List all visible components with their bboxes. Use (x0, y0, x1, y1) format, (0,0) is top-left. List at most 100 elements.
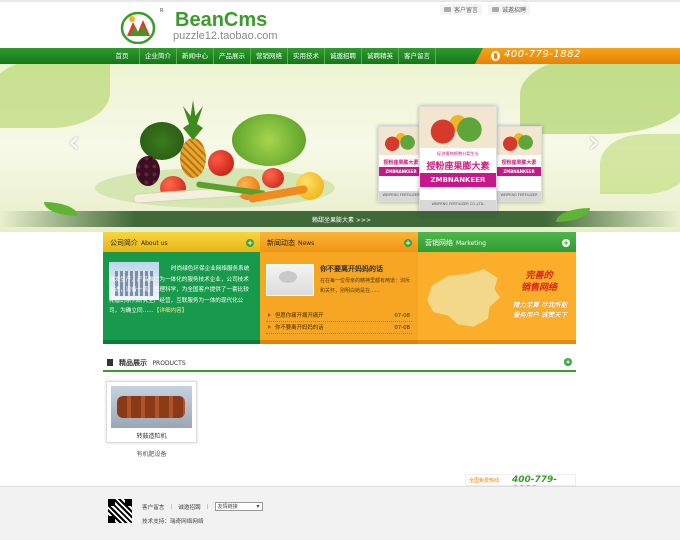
banner-next-arrow[interactable]: › (588, 128, 600, 158)
products-title: 精品展示 PRODUCTS (119, 358, 186, 368)
qr-code-icon (108, 499, 132, 523)
about-paragraph: 时尚绿色环保企业网络服务系统研发生产，产品推广为一体化的服务技术企业，公司技术先… (109, 266, 250, 314)
package-band: ZMBNANKEER (379, 167, 423, 176)
site-subtitle: puzzle12.taobao.com (173, 30, 278, 42)
news-headline[interactable]: 你不要离开妈妈的话 (320, 264, 383, 274)
top-header: R BeanCms puzzle12.taobao.com 客户留言 诚邀招聘 (0, 0, 680, 48)
nav-about[interactable]: 企业简介 (140, 48, 177, 64)
toplink-label: 诚邀招聘 (501, 7, 526, 14)
package-photo (497, 127, 541, 156)
marketing-panel-header: 营销网络 Marketing + (418, 232, 576, 252)
about-title: 公司简介 About us (110, 238, 168, 248)
product-package: 授粉座果膨大素 ZMBNANKEER WEIPENG FERTILIZER CO… (496, 126, 542, 202)
page-footer (0, 486, 680, 540)
marketing-title-cn: 营销网络 (425, 239, 453, 247)
package-title: 授粉座果膨大素 (426, 162, 490, 172)
site-name[interactable]: BeanCms (175, 9, 267, 32)
nav-home[interactable]: 首页 (105, 48, 140, 64)
package-footer: WEIPENG FERTILIZER CO.,LTD. (497, 190, 541, 201)
registered-mark: R (160, 8, 164, 14)
products-title-en: PRODUCTS (152, 360, 186, 367)
nav-message[interactable]: 客户留言 (399, 48, 436, 64)
tag-icon (491, 7, 499, 12)
about-title-en: About us (141, 240, 168, 247)
top-links: 客户留言 诚邀招聘 (439, 4, 530, 15)
news-summary: 在在每一位母亲的精神里都有两道：训斥和关怀，别明白她是在…… (320, 278, 411, 294)
free-hotline-tag: 全国免费热线： 400-779-1882 (465, 474, 576, 495)
news-more-icon[interactable]: + (404, 239, 412, 247)
news-title-en: News (298, 240, 315, 247)
news-item[interactable]: 但愿你痛开痛开痛开 07-08 (266, 310, 412, 322)
hotline-number: 400-779-1882 (504, 49, 581, 60)
tomato (262, 168, 284, 188)
nav-recruit[interactable]: 诚邀招聘 (325, 48, 362, 64)
news-list: 但愿你痛开痛开痛开 07-08 你不要离开妈妈的话 07-08 (266, 310, 412, 334)
package-band: ZMBNANKEER (420, 173, 496, 187)
marketing-more-icon[interactable]: + (562, 239, 570, 247)
toplink-message[interactable]: 客户留言 (439, 4, 482, 15)
hotline-box: 400-779-1882 (475, 48, 680, 64)
news-title: 新闻动态 News (267, 238, 314, 248)
tech-support-text: 技术支持：瑞奇网络网络 (142, 519, 204, 525)
package-photo (379, 127, 423, 156)
product-category[interactable]: 有机肥设备 (106, 449, 197, 458)
logo-icon[interactable] (120, 10, 160, 44)
marketing-body: 完善的 销售网络 精力至算 尽我所能 服务用户 诚赞天下 (418, 252, 576, 344)
grapes (136, 156, 160, 186)
footer-link-message[interactable]: 客户留言 (142, 503, 164, 511)
news-body: 你不要离开妈妈的话 在在每一位母亲的精神里都有两道：训斥和关怀，别明白她是在……… (260, 252, 418, 344)
marketing-panel: 营销网络 Marketing + 完善的 销售网络 精力至算 尽我所能 服务用户 … (418, 232, 576, 344)
about-body: 时尚绿色环保企业网络服务系统研发生产，产品推广为一体化的服务技术企业，公司技术先… (103, 252, 260, 344)
nav-marketing[interactable]: 营销网络 (251, 48, 288, 64)
pineapple (180, 138, 206, 178)
news-item-date: 07-08 (394, 313, 410, 319)
marketing-title: 营销网络 Marketing (425, 238, 486, 248)
package-title: 授粉座果膨大素 (383, 160, 419, 166)
about-more-link[interactable]: 【详细内容】 (154, 308, 188, 314)
friend-links-select[interactable]: 友情链接 (214, 502, 263, 511)
news-panel-header: 新闻动态 News + (260, 232, 418, 252)
product-package-main: 促进植物细胞分裂生长 授粉座果膨大素 ZMBNANKEER WEIPENG FE… (419, 106, 497, 216)
china-map-image[interactable] (427, 269, 500, 327)
news-item[interactable]: 你不要离开妈妈的话 07-08 (266, 322, 412, 334)
about-panel-header: 公司简介 About us + (103, 232, 260, 252)
banner-prev-arrow[interactable]: ‹ (68, 128, 80, 158)
rotary-drum (117, 396, 185, 418)
package-band: ZMBNANKEER (497, 167, 541, 176)
about-more-icon[interactable]: + (246, 239, 254, 247)
bullet-icon (268, 325, 271, 329)
news-item-date: 07-08 (394, 325, 410, 331)
toplink-jobs[interactable]: 诚邀招聘 (487, 4, 530, 15)
products-title-cn: 精品展示 (119, 359, 147, 367)
package-photo (420, 107, 496, 149)
product-card[interactable]: 转鼓造粒机 (106, 381, 197, 443)
marketing-title-en: Marketing (456, 240, 486, 247)
about-title-cn: 公司简介 (110, 239, 138, 247)
news-title-cn: 新闻动态 (267, 239, 295, 247)
pineapple-leaves (183, 100, 203, 140)
about-text: 时尚绿色环保企业网络服务系统研发生产，产品推广为一体化的服务技术企业，公司技术先… (109, 264, 254, 317)
hero-banner[interactable]: 授粉座果膨大素 ZMBNANKEER WEIPENG FERTILIZER CO… (0, 64, 680, 232)
footer-link-jobs[interactable]: 诚邀招聘 (178, 503, 200, 511)
free-hotline-label: 全国免费热线： (469, 478, 505, 484)
nav-news[interactable]: 新闻中心 (177, 48, 214, 64)
news-item-title: 但愿你痛开痛开痛开 (275, 313, 324, 319)
about-panel: 公司简介 About us + 时尚绿色环保企业网络服务系统研发生产，产品推广为一… (103, 232, 260, 344)
package-footer: WEIPENG FERTILIZER CO.,LTD. (379, 190, 423, 201)
divider: | (170, 503, 173, 510)
phone-icon (491, 51, 500, 61)
leaf-decoration (600, 134, 680, 194)
products-more-icon[interactable]: + (564, 358, 572, 366)
nav-tech[interactable]: 实用技术 (288, 48, 325, 64)
leaf-decoration (0, 64, 110, 128)
nav-products[interactable]: 产品展示 (214, 48, 251, 64)
toplink-label: 客户留言 (453, 7, 478, 14)
lettuce (232, 114, 306, 166)
news-thumbnail[interactable] (266, 264, 314, 296)
footer-links: 客户留言 | 诚邀招聘 | 友情链接 (142, 502, 263, 511)
nav-talent[interactable]: 诚聘精英 (362, 48, 399, 64)
banner-caption[interactable]: 赖甜坐果膨大素 >>> (312, 215, 371, 224)
leaf-decoration (520, 64, 680, 134)
main-nav: 首页 企业简介 新闻中心 产品展示 营销网络 实用技术 诚邀招聘 诚聘精英 客户… (105, 48, 436, 64)
broccoli (140, 122, 184, 160)
